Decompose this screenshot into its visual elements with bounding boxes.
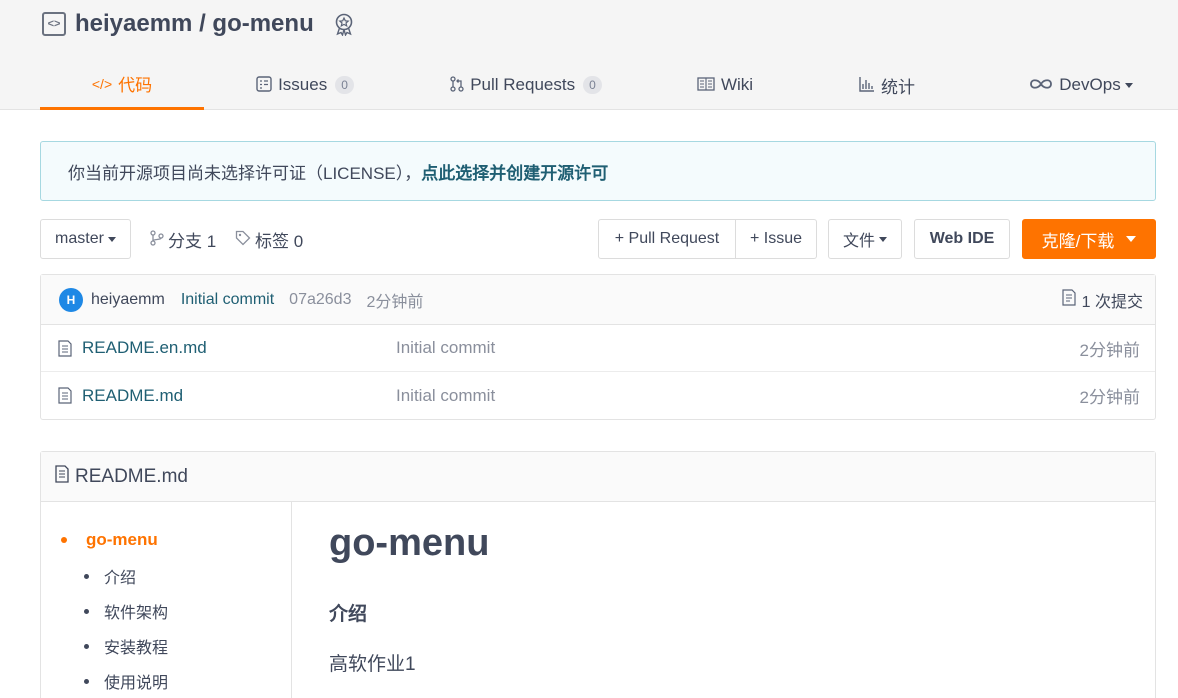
bullet-icon — [84, 643, 89, 649]
table-row: README.md Initial commit 2分钟前 — [41, 372, 1155, 419]
file-time: 2分钟前 — [1079, 388, 1140, 407]
table-row: README.en.md Initial commit 2分钟前 — [41, 325, 1155, 372]
toc-label: go-menu — [86, 530, 158, 549]
new-issue-button[interactable]: + Issue — [735, 219, 817, 259]
readme-section-heading: 介绍 — [329, 604, 368, 625]
readme-panel: README.md go-menu 介绍 软件架构 安装教程 使用说明 go-m… — [40, 451, 1156, 698]
toc-item-architecture[interactable]: 软件架构 — [84, 599, 168, 623]
avatar[interactable]: H — [59, 287, 83, 312]
code-icon: </> — [91, 75, 113, 92]
toc-item-install[interactable]: 安装教程 — [84, 634, 168, 658]
branch-select[interactable]: master — [40, 219, 131, 259]
tab-wiki[interactable]: Wiki — [690, 60, 760, 110]
branches-link[interactable]: 分支 1 — [150, 219, 216, 259]
readme-paragraph: 高软作业1 — [329, 654, 416, 675]
repo-tabs: </> 代码 Issues 0 Pull Requests 0 Wiki 统计 … — [0, 60, 1178, 110]
file-commit-message[interactable]: Initial commit — [396, 386, 495, 406]
clone-label: 克隆/下载 — [1041, 231, 1115, 251]
readme-filename: README.md — [75, 465, 188, 487]
chevron-down-icon — [107, 236, 116, 242]
bullet-icon — [84, 573, 89, 579]
book-icon — [697, 76, 715, 94]
toc-item-intro[interactable]: 介绍 — [84, 564, 136, 588]
branches-count: 分支 1 — [168, 231, 217, 251]
toc-item-usage[interactable]: 使用说明 — [84, 669, 168, 693]
notice-text: 你当前开源项目尚未选择许可证（LICENSE）， — [68, 163, 422, 183]
toc-label: 介绍 — [104, 570, 137, 587]
toc-label: 软件架构 — [104, 605, 169, 622]
chevron-down-icon — [879, 236, 887, 242]
tab-label: 统计 — [881, 77, 915, 97]
web-ide-button[interactable]: Web IDE — [914, 219, 1010, 259]
tab-label: DevOps — [1059, 75, 1121, 94]
tab-devops[interactable]: DevOps — [1022, 60, 1140, 110]
issues-count-badge: 0 — [335, 76, 354, 94]
create-license-link[interactable]: 点此选择并创建开源许可 — [421, 159, 608, 184]
chevron-down-icon — [1126, 236, 1137, 242]
file-commit-message[interactable]: Initial commit — [396, 338, 495, 358]
commit-time: 2分钟前 — [366, 293, 424, 311]
file-icon — [58, 387, 72, 404]
repo-name-link[interactable]: heiyaemm / go-menu — [75, 10, 314, 38]
tags-link[interactable]: 标签 0 — [235, 219, 303, 259]
repository-icon: <> — [42, 12, 66, 36]
commit-author[interactable]: heiyaemm — [91, 291, 165, 309]
readme-title: go-menu — [329, 522, 490, 564]
readme-toc: go-menu 介绍 软件架构 安装教程 使用说明 — [41, 502, 292, 698]
tab-label: 代码 — [118, 76, 153, 95]
tab-label: Pull Requests — [470, 75, 576, 94]
file-time: 2分钟前 — [1079, 340, 1140, 360]
commit-message[interactable]: Initial commit — [181, 291, 274, 309]
file-icon — [58, 340, 72, 357]
latest-commit-bar: H heiyaemm Initial commit 07a26d3 2分钟前 1… — [41, 275, 1155, 325]
tab-pull-requests[interactable]: Pull Requests 0 — [442, 60, 610, 110]
repo-header: <> heiyaemm / go-menu </> 代码 Issues 0 Pu… — [0, 0, 1178, 110]
tab-code[interactable]: </> 代码 — [40, 60, 204, 110]
repo-title: <> heiyaemm / go-menu — [42, 8, 356, 40]
file-menu-label: 文件 — [842, 233, 875, 250]
tags-count: 标签 0 — [255, 231, 304, 251]
toc-item-go-menu[interactable]: go-menu — [61, 530, 158, 550]
tab-issues[interactable]: Issues 0 — [250, 60, 360, 110]
tag-icon — [235, 230, 251, 249]
infinity-icon — [1029, 77, 1053, 94]
readme-header: README.md — [41, 452, 1155, 502]
file-icon — [55, 464, 69, 489]
bullet-icon — [84, 608, 89, 614]
issues-icon — [256, 75, 272, 95]
file-list: H heiyaemm Initial commit 07a26d3 2分钟前 1… — [40, 274, 1156, 420]
tab-label: Issues — [278, 75, 328, 94]
toc-label: 安装教程 — [104, 640, 169, 657]
pr-count-badge: 0 — [583, 76, 602, 94]
file-menu-button[interactable]: 文件 — [828, 219, 902, 259]
tab-label: Wiki — [720, 75, 754, 94]
commit-sha[interactable]: 07a26d3 — [289, 291, 351, 309]
pull-request-icon — [450, 75, 464, 95]
award-badge-icon[interactable] — [332, 12, 356, 36]
file-name-link[interactable]: README.en.md — [82, 338, 207, 358]
file-name-link[interactable]: README.md — [82, 386, 183, 406]
new-pull-request-button[interactable]: + Pull Request — [598, 219, 736, 259]
toc-label: 使用说明 — [104, 675, 169, 692]
clone-download-button[interactable]: 克隆/下载 — [1022, 219, 1156, 259]
bullet-icon — [84, 678, 89, 684]
branch-select-value: master — [55, 230, 104, 247]
license-notice: 你当前开源项目尚未选择许可证（LICENSE）， 点此选择并创建开源许可 — [40, 141, 1156, 201]
tab-stats[interactable]: 统计 — [852, 60, 922, 110]
commit-count: 1 次提交 — [1081, 294, 1143, 311]
bar-chart-icon — [859, 76, 875, 95]
bullet-icon — [61, 537, 67, 543]
commits-icon — [1062, 289, 1076, 311]
branch-icon — [150, 229, 164, 249]
commit-count-link[interactable]: 1 次提交 — [1062, 275, 1143, 325]
chevron-down-icon — [1124, 82, 1133, 88]
